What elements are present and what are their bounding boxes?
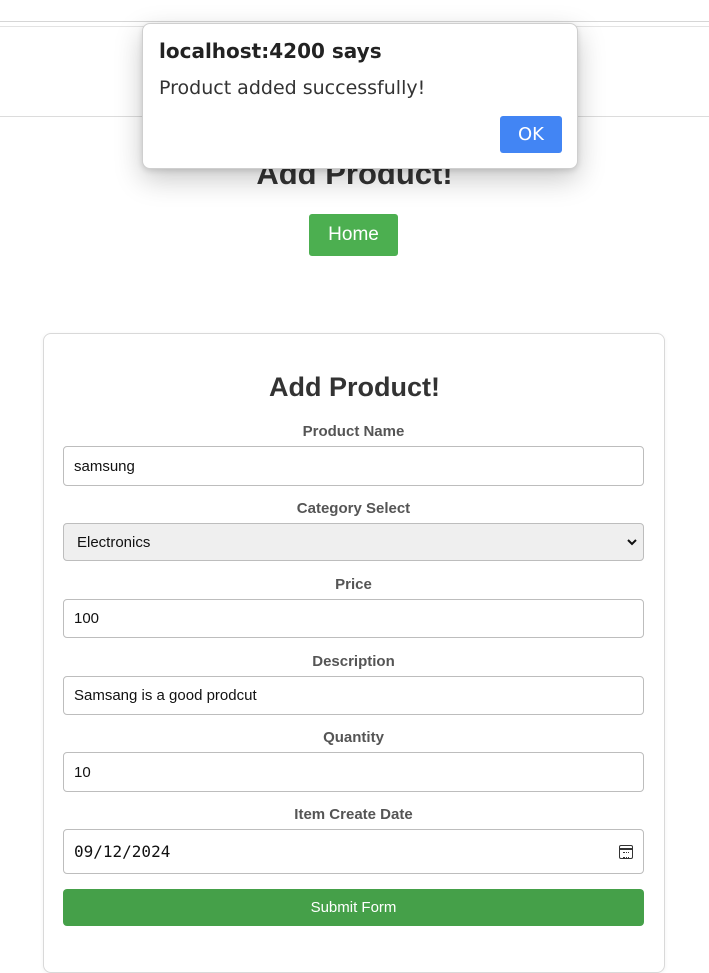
calendar-icon[interactable] [619,844,633,859]
alert-dialog: localhost:4200 says Product added succes… [142,23,578,169]
item-create-date-value: 09/12/2024 [74,842,171,861]
alert-dialog-message: Product added successfully! [159,77,426,99]
item-create-date-label: Item Create Date [294,806,413,823]
item-create-date-input[interactable]: 09/12/2024 [63,829,644,874]
home-button[interactable]: Home [309,214,398,256]
quantity-label: Quantity [323,729,384,746]
form-title: Add Product! [269,372,440,402]
quantity-value: 10 [74,763,91,781]
category-select-value: Electronics [77,533,151,551]
ok-button[interactable]: OK [500,116,562,153]
submit-form-button[interactable]: Submit Form [63,889,644,926]
price-label: Price [335,576,372,593]
description-input[interactable]: Samsang is a good prodcut [63,676,644,715]
price-input[interactable]: 100 [63,599,644,638]
category-select-label: Category Select [296,500,411,517]
alert-dialog-title: localhost:4200 says [159,39,382,63]
price-value: 100 [74,610,100,627]
category-select[interactable]: Electronics [63,523,644,561]
description-label: Description [312,653,395,670]
description-value: Samsang is a good prodcut [74,687,257,704]
product-name-input[interactable]: samsung [63,446,644,486]
product-name-value: samsung [74,457,135,475]
chevron-down-icon [627,535,637,549]
quantity-input[interactable]: 10 [63,752,644,792]
browser-top-strip [0,0,709,22]
product-name-label: Product Name [302,423,405,440]
